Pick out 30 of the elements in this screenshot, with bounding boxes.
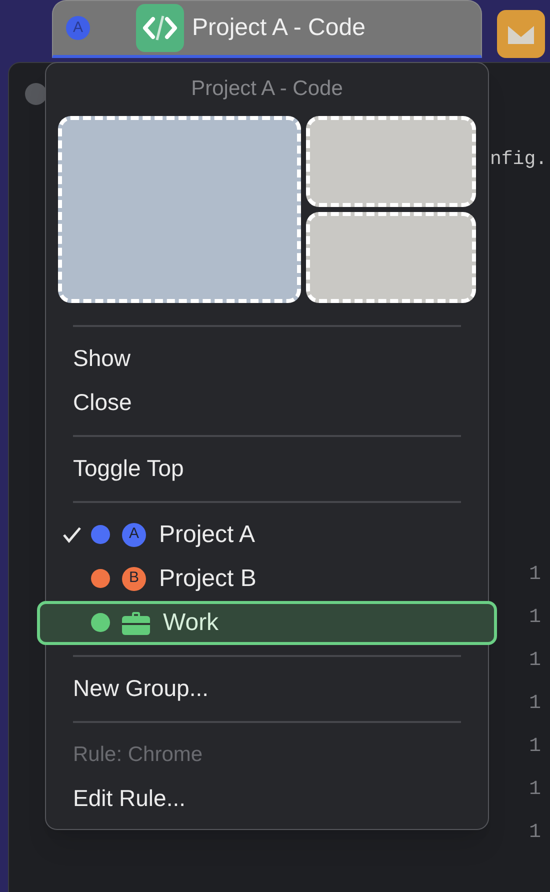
menu-item[interactable]: Show xyxy=(73,341,131,376)
menu-item[interactable]: New Group... xyxy=(73,671,208,706)
line-number: 1 xyxy=(529,563,542,587)
group-badge: B xyxy=(122,566,146,590)
tab-title: Project A - Code xyxy=(192,13,366,43)
window-thumbnail[interactable] xyxy=(58,116,301,302)
group-item[interactable]: A Project A xyxy=(46,512,488,556)
menu-item[interactable]: Edit Rule... xyxy=(73,781,186,816)
line-number: 1 xyxy=(529,606,542,630)
group-item[interactable]: B Project B xyxy=(46,556,488,600)
code-icon xyxy=(136,4,184,52)
line-number: 1 xyxy=(529,735,542,759)
window-thumbnail[interactable] xyxy=(306,212,476,302)
file-tab-label: nfig. xyxy=(490,147,548,172)
line-number: 1 xyxy=(529,692,542,716)
menu-item[interactable]: Toggle Top xyxy=(73,451,184,486)
briefcase-icon xyxy=(122,610,150,634)
tab-badge: A xyxy=(66,16,90,40)
line-number: 1 xyxy=(529,649,542,673)
group-badge: A xyxy=(122,522,146,546)
window-control-button[interactable] xyxy=(25,83,47,105)
mail-icon[interactable] xyxy=(497,10,545,58)
menu-title: Project A - Code xyxy=(191,76,343,102)
window-thumbnail[interactable] xyxy=(306,116,476,206)
menu-item[interactable]: Close xyxy=(73,385,132,420)
line-number: 1 xyxy=(529,778,542,802)
line-number: 1 xyxy=(529,821,542,845)
group-item[interactable]: Work xyxy=(37,600,497,644)
menu-label: Rule: Chrome xyxy=(73,742,203,768)
window-tab[interactable]: A Project A - Code xyxy=(52,0,482,58)
